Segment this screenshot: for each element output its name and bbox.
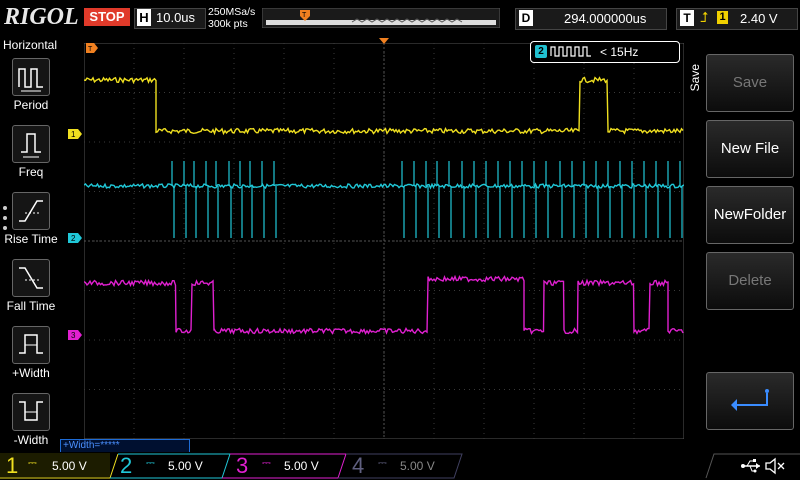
dc-coupling-icon: ⎓ bbox=[378, 457, 387, 469]
run-stop-status[interactable]: STOP bbox=[84, 8, 130, 26]
ch3-scale: 5.00 V bbox=[284, 459, 319, 473]
graticule-grid bbox=[84, 43, 684, 439]
signal-channel: 2 bbox=[535, 45, 547, 58]
ch4-number: 4 bbox=[352, 453, 365, 478]
ch1-number: 1 bbox=[6, 453, 19, 478]
trigger-position-bar[interactable]: T bbox=[262, 8, 500, 28]
horizontal-letter: H bbox=[137, 9, 151, 26]
ch2-number: 2 bbox=[120, 453, 133, 478]
ch1-trace bbox=[84, 76, 684, 136]
signal-frequency: < 15Hz bbox=[600, 45, 639, 59]
dc-coupling-icon: ⎓ bbox=[146, 457, 155, 469]
rise-time-icon bbox=[12, 192, 50, 230]
svg-text:3: 3 bbox=[71, 331, 76, 340]
svg-text:2: 2 bbox=[71, 234, 76, 243]
freq-label: Freq bbox=[18, 165, 44, 179]
ch2-ground-marker[interactable]: 2 bbox=[68, 233, 82, 243]
usb-icon bbox=[741, 459, 760, 473]
ch1-scale: 5.00 V bbox=[52, 459, 87, 473]
measure-negative-width[interactable]: -Width bbox=[2, 393, 60, 459]
delete-button[interactable]: Delete bbox=[706, 252, 794, 310]
negative-width-icon bbox=[12, 393, 50, 431]
ch4-scale: 5.00 V bbox=[400, 459, 435, 473]
delay-value: 294.000000us bbox=[564, 11, 647, 26]
measure-positive-width[interactable]: +Width bbox=[2, 326, 60, 392]
delay-letter: D bbox=[519, 10, 533, 26]
ch3-number: 3 bbox=[236, 453, 249, 478]
trigger-box[interactable] bbox=[676, 8, 798, 30]
svg-text:T: T bbox=[302, 12, 307, 19]
measure-period[interactable]: Period bbox=[2, 58, 60, 124]
save-button[interactable]: Save bbox=[706, 54, 794, 112]
measure-freq[interactable]: Freq bbox=[2, 125, 60, 191]
trigger-level: 2.40 V bbox=[740, 11, 778, 26]
trigger-time-marker-icon bbox=[379, 38, 389, 44]
positive-width-label: +Width bbox=[12, 366, 50, 380]
rise-time-label: Rise Time bbox=[4, 232, 58, 246]
measurement-readout: +Width=***** bbox=[60, 439, 190, 453]
ch4-status[interactable]: 4 ⎓ 5.00 V bbox=[348, 453, 458, 478]
timebase-value: 10.0us bbox=[156, 10, 196, 25]
trigger-source: 1 bbox=[717, 11, 728, 24]
sample-rate-value: 250MSa/s bbox=[208, 6, 256, 18]
ch2-status[interactable]: 2 ⎓ 5.00 V bbox=[116, 453, 226, 478]
dc-coupling-icon: ⎓ bbox=[28, 457, 37, 469]
rising-edge-icon: ⮥ bbox=[700, 9, 709, 25]
period-label: Period bbox=[13, 98, 49, 112]
memory-depth-value: 300k pts bbox=[208, 18, 248, 30]
ch2-scale: 5.00 V bbox=[168, 459, 203, 473]
ch1-ground-marker[interactable]: 1 bbox=[68, 129, 82, 139]
menu-title: Horizontal bbox=[2, 38, 58, 52]
trigger-letter: T bbox=[680, 10, 694, 26]
positive-width-icon bbox=[12, 326, 50, 364]
svg-text:T: T bbox=[88, 46, 93, 53]
new-file-button[interactable]: New File bbox=[706, 120, 794, 178]
measure-fall-time[interactable]: Fall Time bbox=[2, 259, 60, 325]
fall-time-icon bbox=[12, 259, 50, 297]
brand-logo: RIGOL bbox=[4, 4, 79, 30]
dc-coupling-icon: ⎓ bbox=[262, 457, 271, 469]
menu-section-label: Save bbox=[688, 64, 702, 92]
sample-rate: 250MSa/s 300k pts bbox=[208, 6, 255, 30]
ch3-status[interactable]: 3 ⎓ 5.00 V bbox=[232, 453, 342, 478]
trigger-level-marker-icon: T bbox=[86, 43, 98, 53]
ch3-ground-marker[interactable]: 3 bbox=[68, 330, 82, 340]
waveform-display[interactable] bbox=[84, 43, 684, 439]
negative-width-label: -Width bbox=[13, 433, 49, 447]
freq-icon bbox=[12, 125, 50, 163]
speaker-muted-icon[interactable] bbox=[764, 456, 786, 476]
pulse-train-icon bbox=[550, 46, 591, 57]
new-folder-button[interactable]: NewFolder bbox=[706, 186, 794, 244]
ch2-spikes bbox=[171, 161, 683, 238]
return-button[interactable] bbox=[706, 372, 794, 430]
svg-text:1: 1 bbox=[71, 130, 76, 139]
measure-rise-time[interactable]: Rise Time bbox=[2, 192, 60, 258]
period-icon bbox=[12, 58, 50, 96]
fall-time-label: Fall Time bbox=[6, 299, 56, 313]
ch1-status[interactable]: 1 ⎓ 5.00 V bbox=[0, 453, 110, 478]
return-arrow-icon bbox=[731, 389, 769, 411]
